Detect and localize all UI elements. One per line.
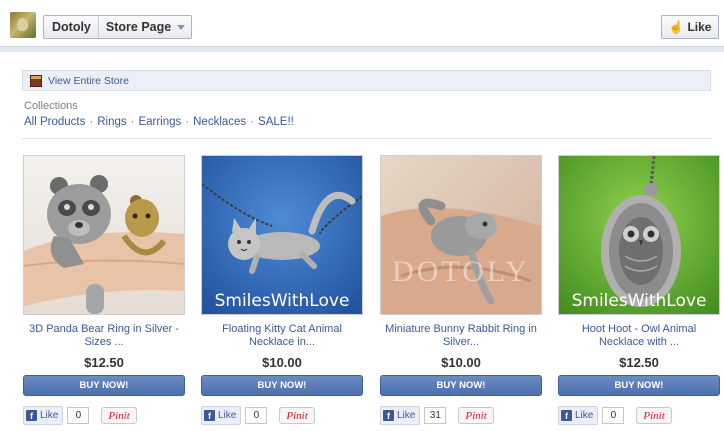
social-buttons: f Like 0 Pinit [201, 406, 363, 425]
product-price: $10.00 [262, 355, 302, 370]
collection-link-necklaces[interactable]: Necklaces [193, 116, 246, 128]
product-card: 3D Panda Bear Ring in Silver - Sizes ...… [23, 155, 185, 425]
collections-nav: All Products · Rings · Earrings · Necklaces · SA… [24, 116, 294, 128]
collection-link-sale[interactable]: SALE!! [258, 116, 294, 128]
buy-now-button[interactable]: BUY NOW! [201, 375, 363, 396]
facebook-icon: f [26, 410, 37, 421]
facebook-icon: f [561, 410, 572, 421]
like-count: 0 [67, 407, 90, 424]
product-title[interactable]: Miniature Bunny Rabbit Ring in Silver... [380, 323, 542, 349]
store-page-label: Store Page [105, 20, 172, 34]
product-title[interactable]: 3D Panda Bear Ring in Silver - Sizes ... [23, 323, 185, 349]
product-price: $12.50 [84, 355, 124, 370]
collection-link-rings[interactable]: Rings [97, 116, 126, 128]
product-image-panda-ring[interactable] [23, 155, 185, 315]
buy-now-button[interactable]: BUY NOW! [558, 375, 720, 396]
facebook-like-button[interactable]: f Like [558, 406, 599, 425]
facebook-like-button[interactable]: f Like [380, 406, 421, 425]
buy-now-button[interactable]: BUY NOW! [380, 375, 542, 396]
facebook-icon: f [204, 410, 215, 421]
social-buttons: f Like 0 Pinit [23, 406, 185, 425]
image-watermark: SmilesWithLove [571, 291, 707, 311]
like-count: 0 [245, 407, 268, 424]
pin-it-button[interactable]: Pinit [636, 407, 672, 424]
image-watermark: SmilesWithLove [214, 291, 350, 311]
facebook-like-label: Like [575, 410, 594, 421]
view-store-bar[interactable]: View Entire Store [22, 70, 711, 91]
social-buttons: f Like 31 Pinit [380, 406, 542, 425]
facebook-like-label: Like [218, 410, 237, 421]
product-price: $12.50 [619, 355, 659, 370]
product-price: $10.00 [441, 355, 481, 370]
collection-link-earrings[interactable]: Earrings [138, 116, 181, 128]
thumbs-up-icon: ☝ [668, 20, 684, 34]
pin-it-button[interactable]: Pinit [458, 407, 494, 424]
pin-it-button[interactable]: Pinit [101, 407, 137, 424]
view-entire-store-link[interactable]: View Entire Store [48, 75, 129, 87]
store-icon [30, 74, 42, 87]
page-like-button[interactable]: ☝ Like [661, 15, 719, 39]
product-image-bunny-ring[interactable]: DOTOLY [380, 155, 542, 315]
social-buttons: f Like 0 Pinit [558, 406, 720, 425]
pin-it-button[interactable]: Pinit [279, 407, 315, 424]
facebook-like-button[interactable]: f Like [23, 406, 64, 425]
product-image-kitty-necklace[interactable]: SmilesWithLove [201, 155, 363, 315]
product-card: SmilesWithLove Hoot Hoot - Owl Animal Ne… [558, 155, 720, 425]
dropdown-caret-icon [177, 25, 186, 30]
like-count: 31 [424, 407, 447, 424]
section-divider [22, 138, 712, 139]
store-logo-icon[interactable] [10, 12, 36, 38]
page-header: Dotoly Store Page ☝ Like [0, 0, 724, 44]
facebook-like-button[interactable]: f Like [201, 406, 242, 425]
svg-text:DOTOLY: DOTOLY [392, 255, 530, 288]
store-page-dropdown[interactable]: Store Page [99, 20, 191, 34]
header-divider [0, 46, 724, 52]
buy-now-button[interactable]: BUY NOW! [23, 375, 185, 396]
product-card: DOTOLY Miniature Bunny Rabbit Ring in Si… [380, 155, 542, 425]
product-title[interactable]: Floating Kitty Cat Animal Necklace in... [201, 323, 363, 349]
facebook-icon: f [383, 410, 394, 421]
collection-link-all-products[interactable]: All Products [24, 116, 85, 128]
page-like-label: Like [687, 20, 712, 34]
facebook-like-label: Like [40, 410, 59, 421]
product-image-owl-necklace[interactable]: SmilesWithLove [558, 155, 720, 315]
like-count: 0 [602, 407, 625, 424]
facebook-like-label: Like [397, 410, 416, 421]
product-title[interactable]: Hoot Hoot - Owl Animal Necklace with ... [558, 323, 720, 349]
store-page-selector[interactable]: Dotoly Store Page [43, 15, 193, 39]
store-name[interactable]: Dotoly [44, 16, 99, 38]
collections-heading: Collections [24, 100, 78, 112]
product-card: SmilesWithLove Floating Kitty Cat Animal… [201, 155, 363, 425]
